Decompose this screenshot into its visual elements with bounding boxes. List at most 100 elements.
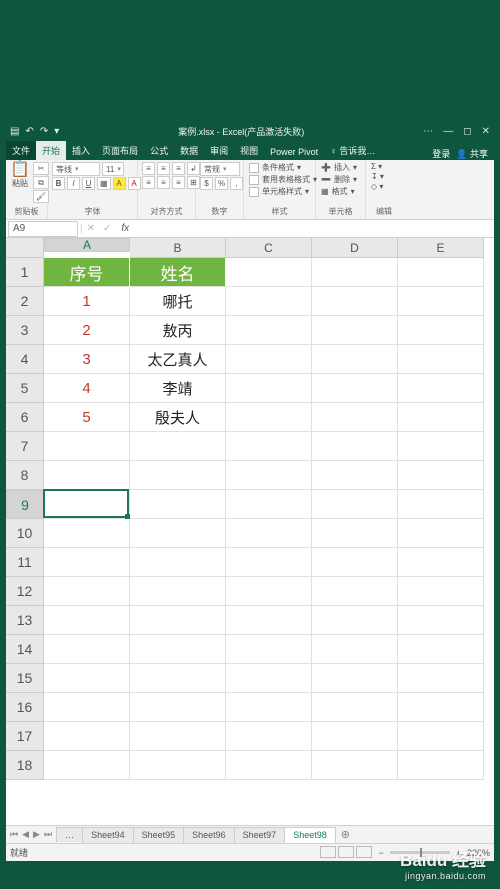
row-header[interactable]: 16 — [6, 693, 44, 722]
row-header[interactable]: 17 — [6, 722, 44, 751]
cell[interactable] — [130, 432, 226, 461]
align-right-icon[interactable]: ≡ — [172, 176, 185, 189]
fill-button[interactable]: ↧ ▾ — [370, 172, 385, 181]
cell[interactable] — [226, 519, 312, 548]
row-header[interactable]: 3 — [6, 316, 44, 345]
cell[interactable] — [398, 316, 484, 345]
cell[interactable] — [398, 374, 484, 403]
row-header[interactable]: 6 — [6, 403, 44, 432]
grid[interactable]: ABCDE 123456789101112131415161718 序号姓名1哪… — [6, 238, 494, 825]
cell[interactable] — [398, 461, 484, 490]
sheet-nav-first-icon[interactable]: ⏮ — [10, 829, 18, 840]
sheet-nav-last-icon[interactable]: ⏭ — [44, 829, 52, 840]
row-header[interactable]: 1 — [6, 258, 44, 287]
tab-view[interactable]: 视图 — [234, 141, 264, 160]
row-header[interactable]: 4 — [6, 345, 44, 374]
cell[interactable] — [44, 490, 130, 519]
sheet-tab-more[interactable]: … — [56, 827, 83, 842]
cell[interactable] — [44, 519, 130, 548]
sheet-tab[interactable]: Sheet97 — [234, 827, 286, 843]
cell[interactable]: 4 — [44, 374, 130, 403]
comma-icon[interactable]: , — [230, 177, 243, 190]
cell[interactable] — [398, 693, 484, 722]
cell[interactable] — [312, 316, 398, 345]
row-header[interactable]: 8 — [6, 461, 44, 490]
cell[interactable] — [130, 519, 226, 548]
cell[interactable] — [226, 345, 312, 374]
cell[interactable] — [398, 548, 484, 577]
cell[interactable] — [44, 635, 130, 664]
font-size-select[interactable]: 11 — [102, 162, 124, 176]
italic-button[interactable]: I — [67, 177, 80, 190]
cell[interactable] — [398, 751, 484, 780]
cell[interactable] — [44, 722, 130, 751]
row-header[interactable]: 13 — [6, 606, 44, 635]
cell[interactable] — [130, 461, 226, 490]
cell[interactable]: 5 — [44, 403, 130, 432]
row-header[interactable]: 2 — [6, 287, 44, 316]
paste-button[interactable]: 📋 粘贴 — [10, 162, 30, 189]
tab-data[interactable]: 数据 — [174, 141, 204, 160]
cell[interactable] — [398, 345, 484, 374]
confirm-icon[interactable]: ✓ — [99, 223, 115, 234]
tab-home[interactable]: 开始 — [36, 141, 66, 160]
cell[interactable] — [312, 635, 398, 664]
tab-formulas[interactable]: 公式 — [144, 141, 174, 160]
align-mid-icon[interactable]: ≡ — [157, 162, 170, 175]
cell[interactable] — [312, 345, 398, 374]
cell[interactable] — [398, 606, 484, 635]
cell[interactable] — [398, 403, 484, 432]
format-as-table-button[interactable]: 套用表格格式 ▾ — [248, 174, 318, 185]
cell[interactable] — [398, 432, 484, 461]
cell[interactable] — [398, 664, 484, 693]
row-header[interactable]: 12 — [6, 577, 44, 606]
copy-icon[interactable]: ⧉ — [33, 176, 49, 189]
cell[interactable] — [312, 374, 398, 403]
cell[interactable] — [226, 722, 312, 751]
cell[interactable]: 李靖 — [130, 374, 226, 403]
undo-icon[interactable]: ↶ — [25, 126, 33, 137]
cell[interactable] — [130, 548, 226, 577]
cell[interactable] — [130, 606, 226, 635]
cell[interactable] — [130, 635, 226, 664]
sheet-nav-prev-icon[interactable]: ◀ — [22, 829, 29, 840]
cell[interactable] — [130, 751, 226, 780]
cell[interactable] — [312, 606, 398, 635]
cell[interactable] — [44, 548, 130, 577]
tell-me[interactable]: ♀ 告诉我… — [324, 141, 381, 160]
cell[interactable] — [312, 577, 398, 606]
row-header[interactable]: 18 — [6, 751, 44, 780]
cell[interactable] — [226, 635, 312, 664]
cell[interactable] — [312, 751, 398, 780]
cell[interactable] — [44, 461, 130, 490]
cell[interactable] — [312, 287, 398, 316]
formula-input[interactable] — [135, 221, 494, 237]
column-header-E[interactable]: E — [398, 238, 484, 258]
cell-styles-button[interactable]: 单元格样式 ▾ — [248, 186, 310, 197]
row-header[interactable]: 15 — [6, 664, 44, 693]
sheet-tab[interactable]: Sheet94 — [82, 827, 134, 843]
cell[interactable]: 1 — [44, 287, 130, 316]
cell[interactable] — [226, 461, 312, 490]
cell[interactable] — [44, 577, 130, 606]
cell[interactable] — [398, 722, 484, 751]
cell[interactable] — [130, 490, 226, 519]
cell[interactable] — [130, 693, 226, 722]
sheet-tab[interactable]: Sheet95 — [133, 827, 185, 843]
sheet-tab[interactable]: Sheet96 — [183, 827, 235, 843]
cell[interactable]: 太乙真人 — [130, 345, 226, 374]
name-box[interactable]: A9 — [8, 221, 78, 237]
cancel-icon[interactable]: ✕ — [83, 223, 99, 234]
cell[interactable]: 2 — [44, 316, 130, 345]
cell[interactable] — [312, 403, 398, 432]
underline-button[interactable]: U — [82, 177, 95, 190]
cell[interactable] — [312, 432, 398, 461]
cell[interactable] — [226, 258, 312, 287]
tab-review[interactable]: 审阅 — [204, 141, 234, 160]
format-painter-icon[interactable]: 🖌 — [33, 190, 49, 203]
cell[interactable] — [398, 258, 484, 287]
cell[interactable] — [226, 316, 312, 345]
autosum-button[interactable]: Σ ▾ — [370, 162, 383, 171]
cell[interactable] — [226, 374, 312, 403]
fill-color-button[interactable]: A — [113, 177, 126, 190]
